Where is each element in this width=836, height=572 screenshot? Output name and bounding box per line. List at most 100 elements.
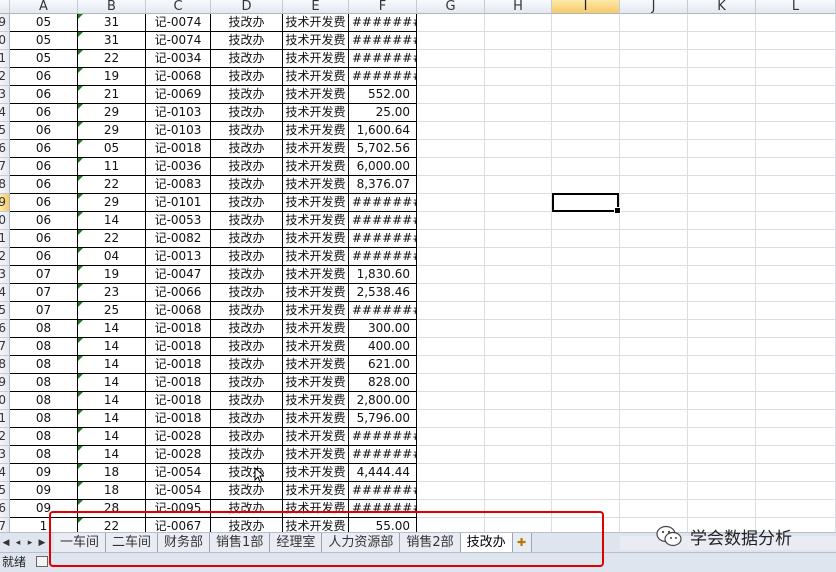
cell-D[interactable]: 技改办: [211, 248, 283, 266]
cell-J[interactable]: [620, 338, 688, 356]
cell-I[interactable]: [552, 140, 620, 158]
cell-G[interactable]: [417, 518, 485, 532]
sheet-tab[interactable]: 经理室: [270, 533, 323, 552]
cell-D[interactable]: 技改办: [211, 428, 283, 446]
cell-G[interactable]: [417, 32, 485, 50]
cell-E[interactable]: 技术开发费: [283, 230, 349, 248]
cell-H[interactable]: [485, 158, 552, 176]
cell-K[interactable]: [688, 104, 756, 122]
cell-J[interactable]: [620, 176, 688, 194]
cell-H[interactable]: [485, 176, 552, 194]
cell-G[interactable]: [417, 230, 485, 248]
cell-E[interactable]: 技术开发费: [283, 392, 349, 410]
cell-G[interactable]: [417, 284, 485, 302]
sheet-tab[interactable]: 二车间: [106, 533, 159, 552]
cell-H[interactable]: [485, 248, 552, 266]
cell-G[interactable]: [417, 14, 485, 32]
cell-I[interactable]: [552, 212, 620, 230]
cell-L[interactable]: [756, 410, 836, 428]
cell-E[interactable]: 技术开发费: [283, 320, 349, 338]
row-header[interactable]: 4: [0, 104, 10, 122]
row-header[interactable]: 9: [0, 14, 10, 32]
cell-H[interactable]: [485, 122, 552, 140]
cell-I[interactable]: [552, 104, 620, 122]
row-header[interactable]: 1: [0, 410, 10, 428]
cell-K[interactable]: [688, 68, 756, 86]
cell-L[interactable]: [756, 176, 836, 194]
cell-L[interactable]: [756, 428, 836, 446]
cell-D[interactable]: 技改办: [211, 230, 283, 248]
cell-G[interactable]: [417, 86, 485, 104]
cell-K[interactable]: [688, 248, 756, 266]
cell-F[interactable]: 8,376.07: [349, 176, 417, 194]
cell-A[interactable]: 05: [10, 32, 78, 50]
cell-C[interactable]: 记-0103: [146, 104, 211, 122]
cell-L[interactable]: [756, 338, 836, 356]
cell-K[interactable]: [688, 158, 756, 176]
sheet-tab[interactable]: 财务部: [158, 533, 211, 552]
cell-J[interactable]: [620, 446, 688, 464]
cell-I[interactable]: [552, 86, 620, 104]
cell-D[interactable]: 技改办: [211, 500, 283, 518]
cell-A[interactable]: 08: [10, 428, 78, 446]
cell-E[interactable]: 技术开发费: [283, 284, 349, 302]
cell-F[interactable]: 2,800.00: [349, 392, 417, 410]
cell-G[interactable]: [417, 356, 485, 374]
row-header[interactable]: 0: [0, 392, 10, 410]
cell-H[interactable]: [485, 68, 552, 86]
cell-L[interactable]: [756, 14, 836, 32]
cell-C[interactable]: 记-0018: [146, 140, 211, 158]
cell-F[interactable]: #########: [349, 248, 417, 266]
cell-K[interactable]: [688, 302, 756, 320]
cell-A[interactable]: 06: [10, 248, 78, 266]
active-cell-I19[interactable]: [552, 193, 621, 214]
cell-B[interactable]: 29: [78, 122, 146, 140]
cell-G[interactable]: [417, 338, 485, 356]
cell-A[interactable]: 06: [10, 68, 78, 86]
cell-E[interactable]: 技术开发费: [283, 158, 349, 176]
cell-B[interactable]: 19: [78, 68, 146, 86]
cell-L[interactable]: [756, 356, 836, 374]
cell-C[interactable]: 记-0067: [146, 518, 211, 532]
cell-J[interactable]: [620, 194, 688, 212]
cell-F[interactable]: 1,830.60: [349, 266, 417, 284]
cell-C[interactable]: 记-0068: [146, 68, 211, 86]
cell-H[interactable]: [485, 14, 552, 32]
cell-K[interactable]: [688, 392, 756, 410]
cell-L[interactable]: [756, 500, 836, 518]
sheet-tab[interactable]: 一车间: [54, 533, 107, 552]
cell-F[interactable]: 300.00: [349, 320, 417, 338]
cell-J[interactable]: [620, 428, 688, 446]
cell-I[interactable]: [552, 428, 620, 446]
cell-A[interactable]: 06: [10, 176, 78, 194]
cell-E[interactable]: 技术开发费: [283, 122, 349, 140]
cell-G[interactable]: [417, 122, 485, 140]
cell-F[interactable]: #########: [349, 230, 417, 248]
cell-I[interactable]: [552, 266, 620, 284]
cell-J[interactable]: [620, 482, 688, 500]
cell-F[interactable]: #########: [349, 68, 417, 86]
cell-J[interactable]: [620, 266, 688, 284]
column-header-E[interactable]: E: [283, 0, 349, 14]
cell-G[interactable]: [417, 464, 485, 482]
cell-B[interactable]: 29: [78, 104, 146, 122]
cell-G[interactable]: [417, 140, 485, 158]
cell-H[interactable]: [485, 338, 552, 356]
cell-B[interactable]: 11: [78, 158, 146, 176]
cell-E[interactable]: 技术开发费: [283, 176, 349, 194]
row-header[interactable]: 5: [0, 302, 10, 320]
cell-K[interactable]: [688, 446, 756, 464]
cell-J[interactable]: [620, 212, 688, 230]
cell-E[interactable]: 技术开发费: [283, 194, 349, 212]
row-header[interactable]: 5: [0, 482, 10, 500]
cell-F[interactable]: 621.00: [349, 356, 417, 374]
cell-K[interactable]: [688, 500, 756, 518]
cell-B[interactable]: 14: [78, 374, 146, 392]
first-sheet-icon[interactable]: ◀: [0, 535, 12, 551]
cell-C[interactable]: 记-0095: [146, 500, 211, 518]
cell-L[interactable]: [756, 140, 836, 158]
cell-H[interactable]: [485, 284, 552, 302]
row-header[interactable]: 7: [0, 158, 10, 176]
cell-E[interactable]: 技术开发费: [283, 86, 349, 104]
cell-I[interactable]: [552, 14, 620, 32]
